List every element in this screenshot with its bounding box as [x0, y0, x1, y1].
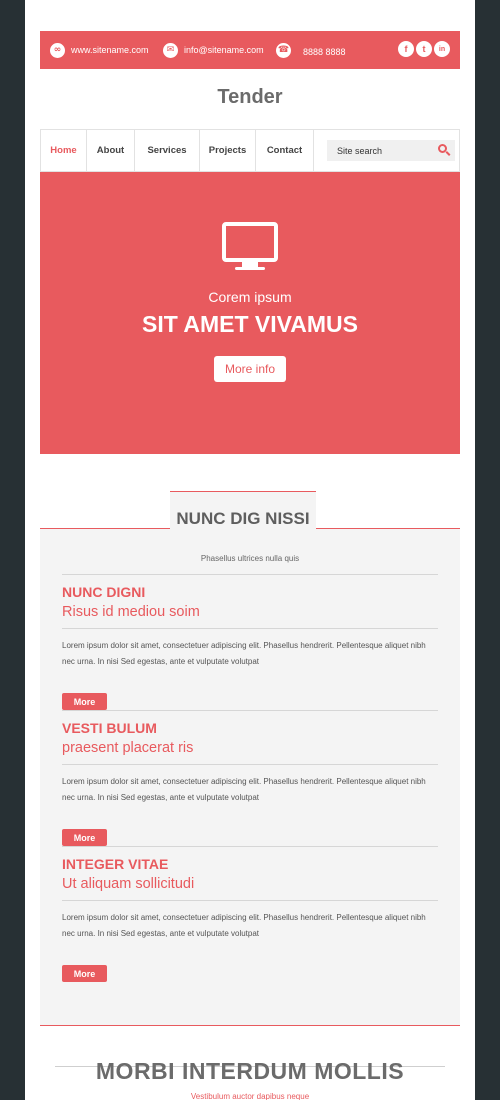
section-title: NUNC DIG NISSI [176, 509, 310, 528]
more-button[interactable]: More [62, 693, 107, 710]
divider [62, 764, 438, 765]
more-info-button[interactable]: More info [214, 356, 286, 382]
website-text: www.sitename.com [71, 45, 149, 55]
search-icon[interactable] [438, 144, 447, 153]
email-text: info@sitename.com [184, 45, 264, 55]
item-subtitle: Ut aliquam sollicitudi [62, 876, 195, 892]
monitor-base [235, 267, 265, 270]
divider [62, 846, 438, 847]
site-logo[interactable]: Tender [40, 86, 460, 109]
search-input[interactable]: Site search [327, 140, 455, 161]
main-nav: Home About Services Projects Contact Sit… [40, 129, 460, 172]
phone-text: 8888 8888 [303, 47, 346, 57]
more-button[interactable]: More [62, 965, 107, 982]
nav-item-about[interactable]: About [87, 130, 135, 171]
item-subtitle: praesent placerat ris [62, 740, 194, 756]
item-body: Lorem ipsum dolor sit amet, consectetuer… [62, 777, 426, 802]
linkedin-icon[interactable]: in [434, 41, 450, 57]
top-contact-bar: ∞ www.sitename.com ✉ info@sitename.com ☎… [40, 31, 460, 69]
item-title: INTEGER VITAE [62, 856, 169, 872]
divider [62, 900, 438, 901]
hero-title: SIT AMET VIVAMUS [142, 311, 358, 337]
item-title: VESTI BULUM [62, 720, 157, 736]
bottom-section-subtitle: Vestibulum auctor dapibus neque [190, 1092, 310, 1100]
phone-link[interactable]: ☎ 8888 8888 [276, 31, 346, 69]
nav-item-contact[interactable]: Contact [256, 130, 314, 171]
divider [62, 574, 438, 575]
website-link[interactable]: ∞ www.sitename.com [50, 31, 149, 69]
hero-banner: Corem ipsum SIT AMET VIVAMUS More info [40, 172, 460, 454]
divider [62, 710, 438, 711]
facebook-icon[interactable]: f [398, 41, 414, 57]
section-subtitle: Phasellus ultrices nulla quis [200, 554, 300, 563]
item-body: Lorem ipsum dolor sit amet, consectetuer… [62, 641, 426, 666]
item-subtitle: Risus id mediou soim [62, 604, 200, 620]
nav-item-home[interactable]: Home [41, 130, 87, 171]
envelope-icon: ✉ [163, 42, 178, 58]
bottom-section-title: MORBI INTERDUM MOLLIS [95, 1058, 405, 1084]
phone-icon: ☎ [276, 42, 291, 58]
twitter-icon[interactable]: t [416, 41, 432, 57]
link-icon: ∞ [50, 42, 65, 58]
more-button[interactable]: More [62, 829, 107, 846]
nav-item-projects[interactable]: Projects [200, 130, 256, 171]
monitor-icon [222, 222, 278, 262]
divider [62, 628, 438, 629]
item-body: Lorem ipsum dolor sit amet, consectetuer… [62, 913, 426, 938]
search-placeholder: Site search [337, 145, 383, 156]
item-title: NUNC DIGNI [62, 584, 146, 600]
nav-item-services[interactable]: Services [135, 130, 200, 171]
hero-subtitle: Corem ipsum [208, 289, 292, 305]
email-link[interactable]: ✉ info@sitename.com [163, 31, 264, 69]
social-links: f t in [398, 41, 450, 57]
